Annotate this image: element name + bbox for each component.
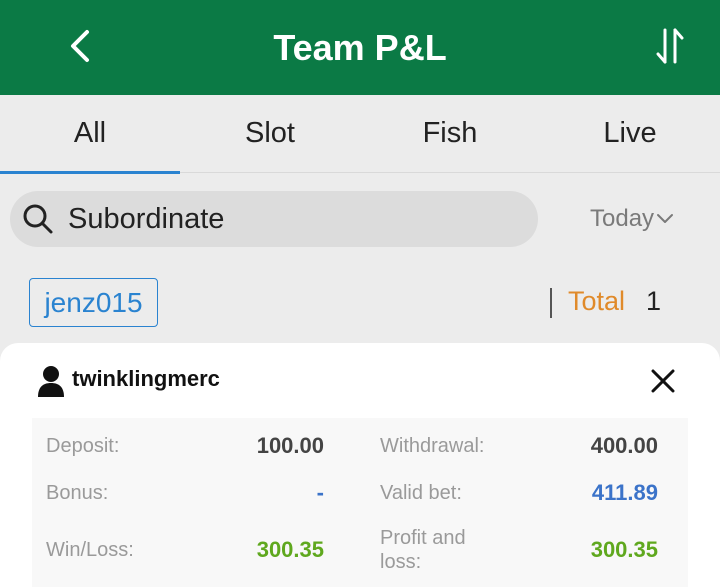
close-button[interactable] (646, 364, 680, 398)
divider (550, 288, 552, 318)
profit-loss-value: 300.35 (590, 537, 658, 562)
date-filter-value: Today (590, 205, 655, 232)
profit-loss-label: Profit and loss: (380, 526, 466, 574)
tab-live[interactable]: Live (540, 95, 720, 173)
chevron-down-icon (657, 214, 674, 223)
valid-bet-label: Valid bet: (380, 482, 462, 504)
search-icon (23, 204, 53, 234)
selected-user-chip[interactable]: jenz015 (29, 278, 158, 327)
person-icon (38, 366, 64, 397)
withdrawal-value: 400.00 (590, 433, 658, 458)
close-icon (651, 369, 675, 393)
detail-username: twinklingmerc (72, 366, 220, 391)
stats-panel: Deposit: 100.00 Withdrawal: 400.00 Bonus… (32, 418, 688, 587)
winloss-value: 300.35 (256, 537, 324, 562)
search-placeholder: Subordinate (68, 202, 225, 235)
app-header: Team P&L (0, 0, 720, 95)
withdrawal-label: Withdrawal: (380, 435, 485, 457)
tab-fish[interactable]: Fish (360, 95, 540, 173)
deposit-value: 100.00 (256, 433, 324, 458)
bonus-label: Bonus: (46, 482, 109, 504)
subordinate-search-input[interactable]: Subordinate (10, 191, 538, 247)
profit-loss-label-line2: loss: (380, 551, 422, 573)
winloss-label: Win/Loss: (46, 539, 134, 561)
sort-arrows-icon (656, 28, 684, 64)
back-button[interactable] (58, 24, 102, 68)
category-tabs: All Slot Fish Live (0, 95, 720, 174)
date-filter-dropdown[interactable]: Today (590, 201, 674, 237)
sort-button[interactable] (648, 24, 692, 68)
tab-all[interactable]: All (0, 95, 180, 174)
tab-slot[interactable]: Slot (180, 95, 360, 173)
profit-loss-label-line1: Profit and (380, 527, 466, 549)
total-label: Total (568, 286, 626, 316)
valid-bet-value: 411.89 (591, 480, 658, 505)
page-title: Team P&L (273, 27, 447, 68)
back-arrow-icon (71, 30, 89, 62)
deposit-label: Deposit: (46, 435, 120, 457)
total-count: 1 (646, 286, 662, 316)
bonus-value: - (316, 480, 324, 505)
